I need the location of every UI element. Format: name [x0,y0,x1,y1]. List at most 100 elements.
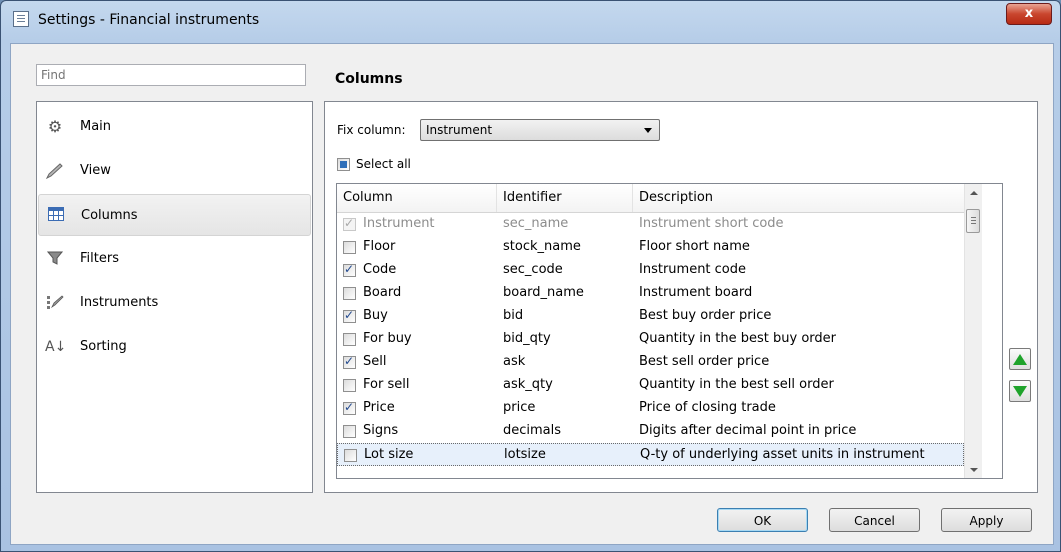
table-row[interactable]: Instrument sec_name Instrument short code [337,213,964,236]
row-checkbox[interactable] [343,333,356,346]
cell-identifier: ask_qty [503,377,553,392]
cell-description: Quantity in the best sell order [639,377,834,392]
checkbox-icon [337,158,350,171]
window-title: Settings - Financial instruments [38,12,260,28]
row-checkbox[interactable] [343,425,356,438]
sidebar-item-label: Sorting [80,339,127,354]
table-row[interactable]: Code sec_code Instrument code [337,259,964,282]
select-all-label: Select all [356,157,411,171]
cell-column: Buy [363,308,388,323]
table-row[interactable]: Floor stock_name Floor short name [337,236,964,259]
cell-identifier: lotsize [504,447,546,462]
brush-icon [45,162,65,180]
sidebar-item-label: View [80,163,111,178]
title-bar[interactable]: Settings - Financial instruments x [1,1,1060,39]
cell-column: Sell [363,354,387,369]
table-row[interactable]: Buy bid Best buy order price [337,305,964,328]
gear-icon: ⚙ [47,117,63,136]
cell-description: Instrument board [639,285,753,300]
cancel-button[interactable]: Cancel [829,508,920,532]
fix-column-label: Fix column: [337,123,406,137]
dialog-client-area: ⚙ Main View Columns Filters [10,43,1054,545]
sidebar-item-label: Main [80,119,112,134]
cell-column: Board [363,285,402,300]
sidebar-item-main[interactable]: ⚙ Main [38,106,311,148]
sidebar-item-label: Filters [80,251,119,266]
cell-identifier: sec_code [503,262,563,277]
chevron-down-icon [644,128,652,133]
sidebar-item-filters[interactable]: Filters [38,238,311,280]
cell-description: Instrument code [639,262,747,277]
sort-az-icon: A↓ [45,339,67,355]
window-icon [13,11,29,27]
cell-description: Q-ty of underlying asset units in instru… [640,447,925,462]
row-checkbox[interactable] [343,400,356,415]
cell-column: For sell [363,377,410,392]
row-checkbox[interactable] [343,241,356,254]
move-up-button[interactable] [1009,348,1031,370]
header-description[interactable]: Description [633,184,964,212]
row-checkbox[interactable] [343,262,356,277]
cell-identifier: bid_qty [503,331,551,346]
cell-column: Price [363,400,395,415]
cell-description: Floor short name [639,239,750,254]
table-header: Column Identifier Description [337,184,964,213]
sidebar-nav: ⚙ Main View Columns Filters Instruments … [36,101,313,493]
columns-table: Column Identifier Description Instrument… [336,183,1003,479]
cell-identifier: stock_name [503,239,581,254]
table-row[interactable]: Sell ask Best sell order price [337,351,964,374]
row-checkbox[interactable] [344,449,357,462]
cell-column: For buy [363,331,412,346]
cell-description: Best buy order price [639,308,772,323]
table-row[interactable]: Lot size lotsize Q-ty of underlying asset … [337,443,964,466]
header-column[interactable]: Column [337,184,497,212]
scroll-up-icon[interactable] [965,184,982,201]
sidebar-item-label: Instruments [80,295,159,310]
sidebar-item-instruments[interactable]: Instruments [38,282,311,324]
cell-column: Floor [363,239,396,254]
cell-identifier: ask [503,354,526,369]
section-title: Columns [335,71,403,87]
cell-column: Lot size [364,447,414,462]
arrow-up-icon [1013,354,1027,365]
sidebar-item-view[interactable]: View [38,150,311,192]
cell-description: Best sell order price [639,354,770,369]
columns-panel: Fix column: Instrument Select all Column… [324,101,1038,493]
scroll-down-icon[interactable] [965,461,982,478]
table-row[interactable]: Signs decimals Digits after decimal point … [337,420,964,443]
cell-identifier: sec_name [503,216,569,231]
cell-description: Digits after decimal point in price [639,423,857,438]
cell-column: Signs [363,423,399,438]
columns-icon [46,207,66,225]
instruments-icon [45,294,65,312]
table-row[interactable]: For buy bid_qty Quantity in the best buy o… [337,328,964,351]
fix-column-value: Instrument [426,123,493,137]
table-row[interactable]: For sell ask_qty Quantity in the best sell… [337,374,964,397]
sidebar-item-sorting[interactable]: A↓ Sorting [38,326,311,368]
select-all-checkbox[interactable]: Select all [337,157,411,171]
cell-description: Quantity in the best buy order [639,331,836,346]
sidebar-item-label: Columns [81,208,138,223]
cell-identifier: decimals [503,423,562,438]
close-button[interactable]: x [1006,3,1052,25]
ok-button[interactable]: OK [717,508,808,532]
cell-identifier: price [503,400,536,415]
fix-column-select[interactable]: Instrument [420,119,660,141]
row-checkbox[interactable] [343,379,356,392]
row-checkbox[interactable] [343,287,356,300]
cell-identifier: bid [503,308,524,323]
move-down-button[interactable] [1009,380,1031,402]
cell-identifier: board_name [503,285,584,300]
row-checkbox [343,216,356,231]
sidebar-item-columns[interactable]: Columns [38,194,311,236]
search-input[interactable] [36,64,306,86]
table-row[interactable]: Price price Price of closing trade [337,397,964,420]
row-checkbox[interactable] [343,308,356,323]
cell-column: Instrument [363,216,435,231]
vertical-scrollbar[interactable] [964,184,982,478]
header-identifier[interactable]: Identifier [497,184,633,212]
table-row[interactable]: Board board_name Instrument board [337,282,964,305]
row-checkbox[interactable] [343,354,356,369]
scroll-thumb[interactable] [966,209,980,233]
apply-button[interactable]: Apply [941,508,1032,532]
